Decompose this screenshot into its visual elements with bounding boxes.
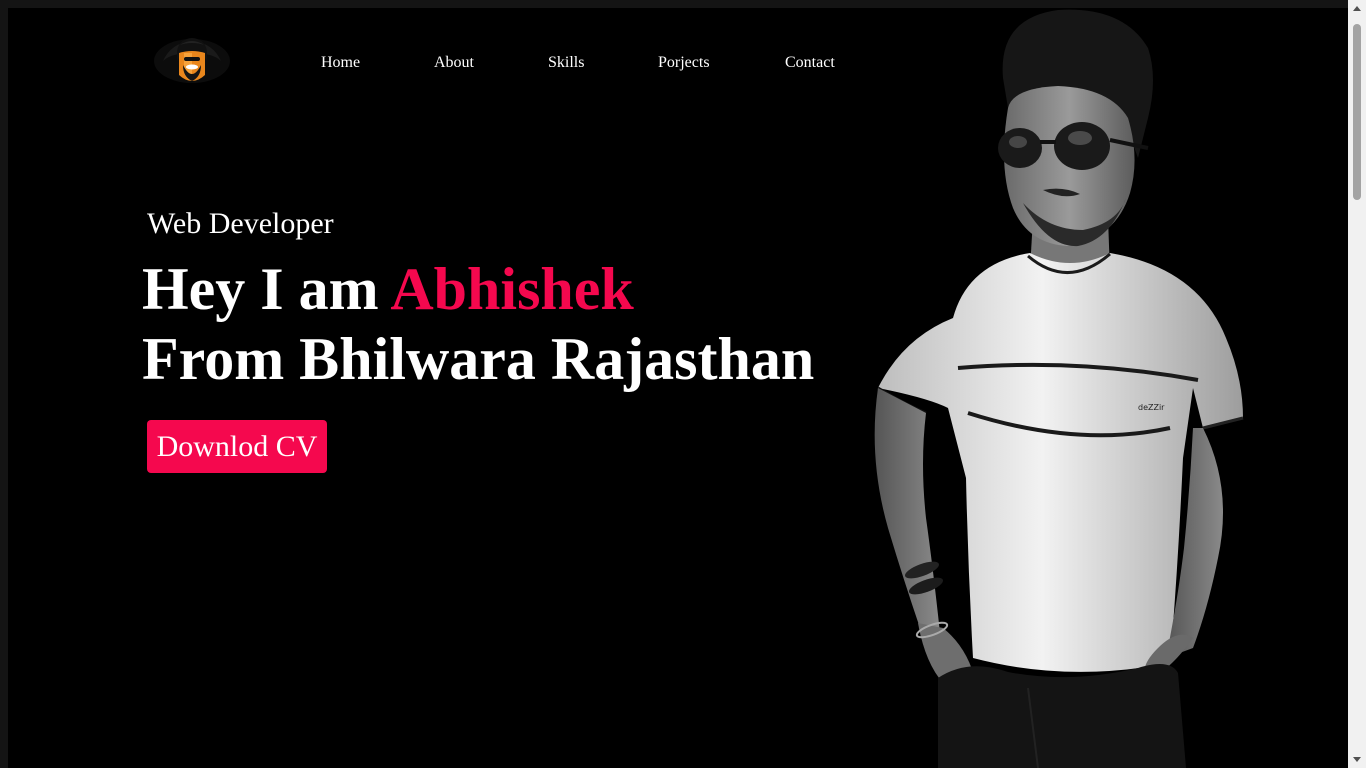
headline-name: Abhishek (390, 256, 634, 322)
main-nav: Home About Skills Porjects Contact (8, 52, 908, 76)
nav-home[interactable]: Home (321, 52, 360, 74)
scroll-thumb[interactable] (1353, 24, 1361, 200)
hero-headline: Hey I am Abhishek From Bhilwara Rajastha… (142, 254, 814, 394)
scroll-up-icon[interactable] (1353, 6, 1361, 11)
nav-contact[interactable]: Contact (785, 52, 835, 74)
headline-line2: From Bhilwara Rajasthan (142, 326, 815, 392)
shirt-brand-label: deZZir (1138, 403, 1165, 412)
nav-projects[interactable]: Porjects (658, 52, 710, 74)
page-scrollbar[interactable] (1348, 0, 1366, 768)
person-photo-image: deZZir (874, 9, 1244, 768)
download-cv-button[interactable]: Downlod CV (147, 420, 327, 473)
nav-about[interactable]: About (434, 52, 474, 74)
scroll-down-icon[interactable] (1353, 757, 1361, 762)
hero-subtitle: Web Developer (147, 207, 334, 240)
nav-skills[interactable]: Skills (548, 52, 584, 74)
page-viewport: Home About Skills Porjects Contact Web D… (8, 8, 1348, 768)
headline-prefix: Hey I am (142, 256, 391, 322)
profile-photo: deZZir (848, 8, 1268, 768)
